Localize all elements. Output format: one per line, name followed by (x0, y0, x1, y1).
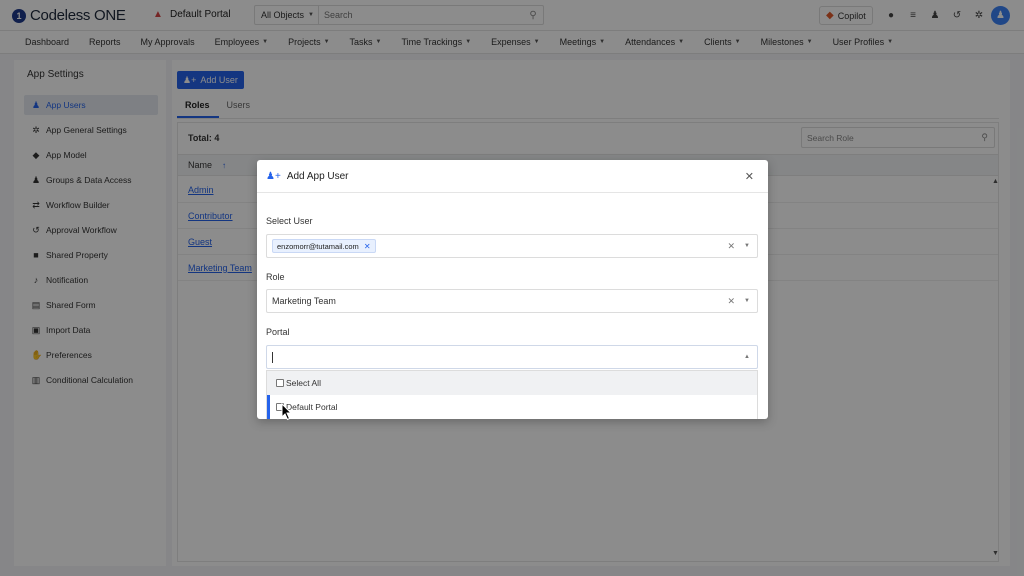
add-app-user-modal: ♟+ Add App User ✕ Select User enzomorr@t… (257, 160, 768, 419)
option-select-all[interactable]: Select All (267, 371, 757, 395)
selected-user-chip: enzomorr@tutamail.com ✕ (272, 239, 376, 253)
text-cursor (272, 351, 273, 363)
close-icon[interactable]: ✕ (745, 170, 754, 183)
select-user-label: Select User (266, 216, 313, 226)
role-value: Marketing Team (272, 296, 336, 306)
clear-icon[interactable]: ✕ (727, 296, 735, 307)
user-add-icon: ♟+ (266, 170, 281, 182)
checkbox[interactable] (276, 379, 284, 387)
portal-select[interactable]: ▲ (266, 345, 758, 369)
role-select[interactable]: Marketing Team ✕ ▼ (266, 289, 758, 313)
option-label: Select All (286, 378, 321, 388)
mouse-pointer-icon (281, 403, 293, 421)
modal-header: ♟+ Add App User ✕ (257, 160, 768, 193)
option-label: Default Portal (286, 402, 338, 412)
chevron-down-icon[interactable]: ▼ (744, 298, 750, 304)
role-label: Role (266, 272, 285, 282)
option-default-portal[interactable]: Default Portal (267, 395, 757, 419)
portal-label: Portal (266, 327, 290, 337)
portal-dropdown: Select All Default Portal (266, 370, 758, 419)
chevron-down-icon[interactable]: ▼ (744, 243, 750, 249)
selected-user-email: enzomorr@tutamail.com (277, 241, 359, 251)
select-user-field[interactable]: enzomorr@tutamail.com ✕ ✕ ▼ (266, 234, 758, 258)
clear-icon[interactable]: ✕ (727, 241, 735, 252)
chevron-up-icon[interactable]: ▲ (744, 354, 750, 360)
remove-chip-icon[interactable]: ✕ (364, 242, 371, 251)
modal-title: Add App User (286, 170, 349, 182)
